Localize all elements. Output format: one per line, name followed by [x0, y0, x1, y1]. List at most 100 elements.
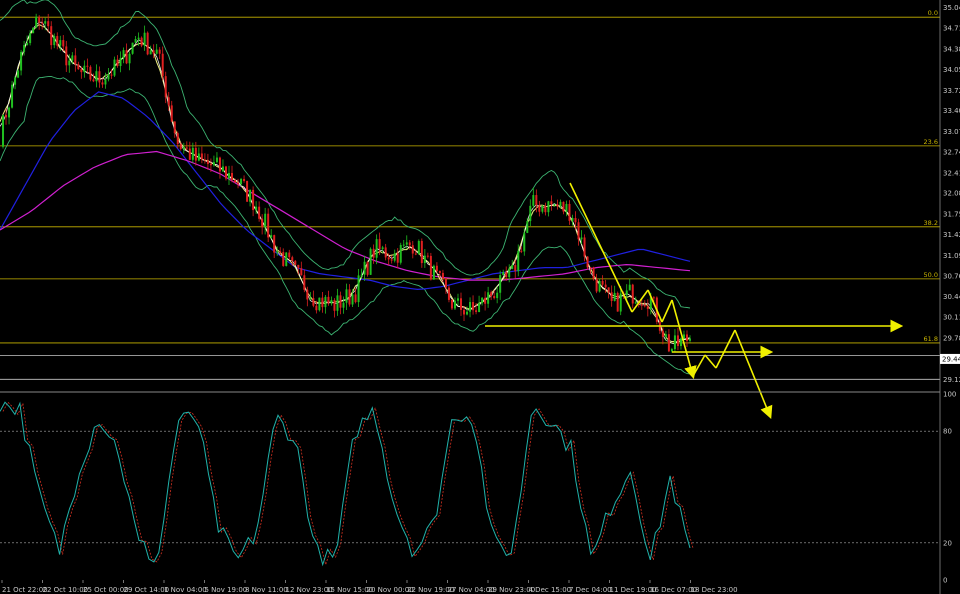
candle-body	[101, 82, 104, 85]
candle-body	[541, 206, 544, 212]
chart: 0.0 23.6 38.2 50.0 61.8 35.045 34.715 34.385 34…	[0, 0, 960, 594]
candle-body	[420, 240, 423, 264]
candle-body	[381, 247, 384, 249]
candle-body	[402, 244, 405, 246]
candle-body	[625, 290, 628, 296]
candle-body	[11, 84, 14, 108]
price-tick-label: 30.765	[943, 273, 960, 281]
candle-body	[300, 268, 303, 276]
fib-label: 0.0	[928, 9, 938, 17]
candle-body	[559, 201, 562, 207]
candle-body	[315, 305, 318, 311]
candle-body	[685, 334, 688, 341]
candle-body	[372, 248, 375, 258]
candle-body	[679, 338, 682, 347]
candle-body	[215, 157, 218, 163]
candle-body	[535, 195, 538, 206]
candle-body	[191, 147, 194, 160]
candle-body	[393, 253, 396, 261]
candle-body	[246, 180, 249, 202]
candle-body	[185, 147, 188, 149]
candle-body	[592, 267, 595, 279]
candle-body	[399, 245, 402, 263]
candle-body	[444, 278, 447, 288]
candle-body	[143, 32, 146, 46]
candle-body	[234, 180, 237, 183]
candle-body	[294, 260, 297, 265]
candle-body	[209, 163, 212, 166]
candle-body	[29, 33, 32, 44]
candle-body	[26, 43, 29, 46]
candle-body	[155, 49, 158, 54]
candle-body	[619, 293, 622, 312]
candle-body	[565, 203, 568, 212]
candle-body	[110, 74, 113, 76]
candle-body	[149, 50, 152, 55]
candle-body	[164, 76, 167, 98]
candle-body	[550, 201, 553, 205]
candle-body	[62, 40, 65, 47]
time-tick-label: 18 Dec 23:00	[691, 586, 738, 594]
price-tick-label: 33.400	[943, 107, 960, 115]
candle-body	[140, 37, 143, 46]
price-tick-label: 35.045	[943, 4, 960, 12]
candle-body	[414, 253, 417, 255]
time-tick-label: 1 Nov 04:00	[164, 586, 207, 594]
candle-body	[333, 299, 336, 311]
candle-body	[499, 275, 502, 293]
candle-body	[56, 36, 59, 46]
price-tick-label: 33.725	[943, 87, 960, 95]
candle-body	[2, 115, 5, 147]
candle-body	[423, 255, 426, 264]
candle-body	[264, 213, 267, 228]
candle-body	[369, 248, 372, 275]
candle-body	[146, 32, 149, 55]
candle-body	[59, 40, 62, 46]
candle-body	[472, 302, 475, 311]
candle-body	[203, 159, 206, 161]
price-tick-label: 34.385	[943, 45, 960, 53]
candle-body	[321, 297, 324, 308]
candle-body	[357, 275, 360, 303]
candle-body	[529, 205, 532, 222]
candle-body	[240, 178, 243, 184]
fib-label: 61.8	[924, 335, 938, 343]
candle-body	[514, 265, 517, 272]
price-tick-label: 29.780	[943, 334, 960, 342]
candle-body	[261, 218, 264, 228]
candle-body	[47, 21, 50, 27]
candle-body	[303, 275, 306, 290]
candle-body	[152, 50, 155, 54]
candle-body	[520, 250, 523, 252]
candle-body	[390, 259, 393, 261]
candle-body	[456, 298, 459, 301]
candle-body	[188, 148, 191, 160]
candle-body	[526, 221, 529, 233]
candle-body	[689, 338, 691, 341]
candle-body	[601, 280, 604, 285]
candle-body	[487, 292, 490, 304]
time-tick-label: 29 Oct 14:00	[124, 586, 170, 594]
candle-body	[282, 252, 285, 266]
candle-body	[270, 235, 273, 238]
time-tick-label: 4 Dec 15:00	[529, 586, 572, 594]
candle-body	[324, 296, 327, 308]
candle-body	[5, 115, 8, 118]
candle-body	[68, 60, 71, 66]
current-price-label: 29.445	[942, 355, 960, 363]
candle-body	[375, 239, 378, 258]
candle-body	[23, 45, 26, 52]
candle-body	[604, 284, 607, 288]
candle-body	[553, 204, 556, 206]
candle-body	[441, 272, 444, 279]
candle-body	[598, 280, 601, 292]
candle-body	[348, 289, 351, 305]
candle-body	[50, 26, 53, 46]
candle-body	[345, 289, 348, 303]
osc-tick-label: 0	[943, 577, 947, 585]
candle-body	[652, 297, 655, 299]
candle-body	[119, 58, 122, 66]
candle-body	[610, 292, 613, 301]
candle-body	[327, 296, 330, 304]
candle-body	[32, 27, 35, 34]
